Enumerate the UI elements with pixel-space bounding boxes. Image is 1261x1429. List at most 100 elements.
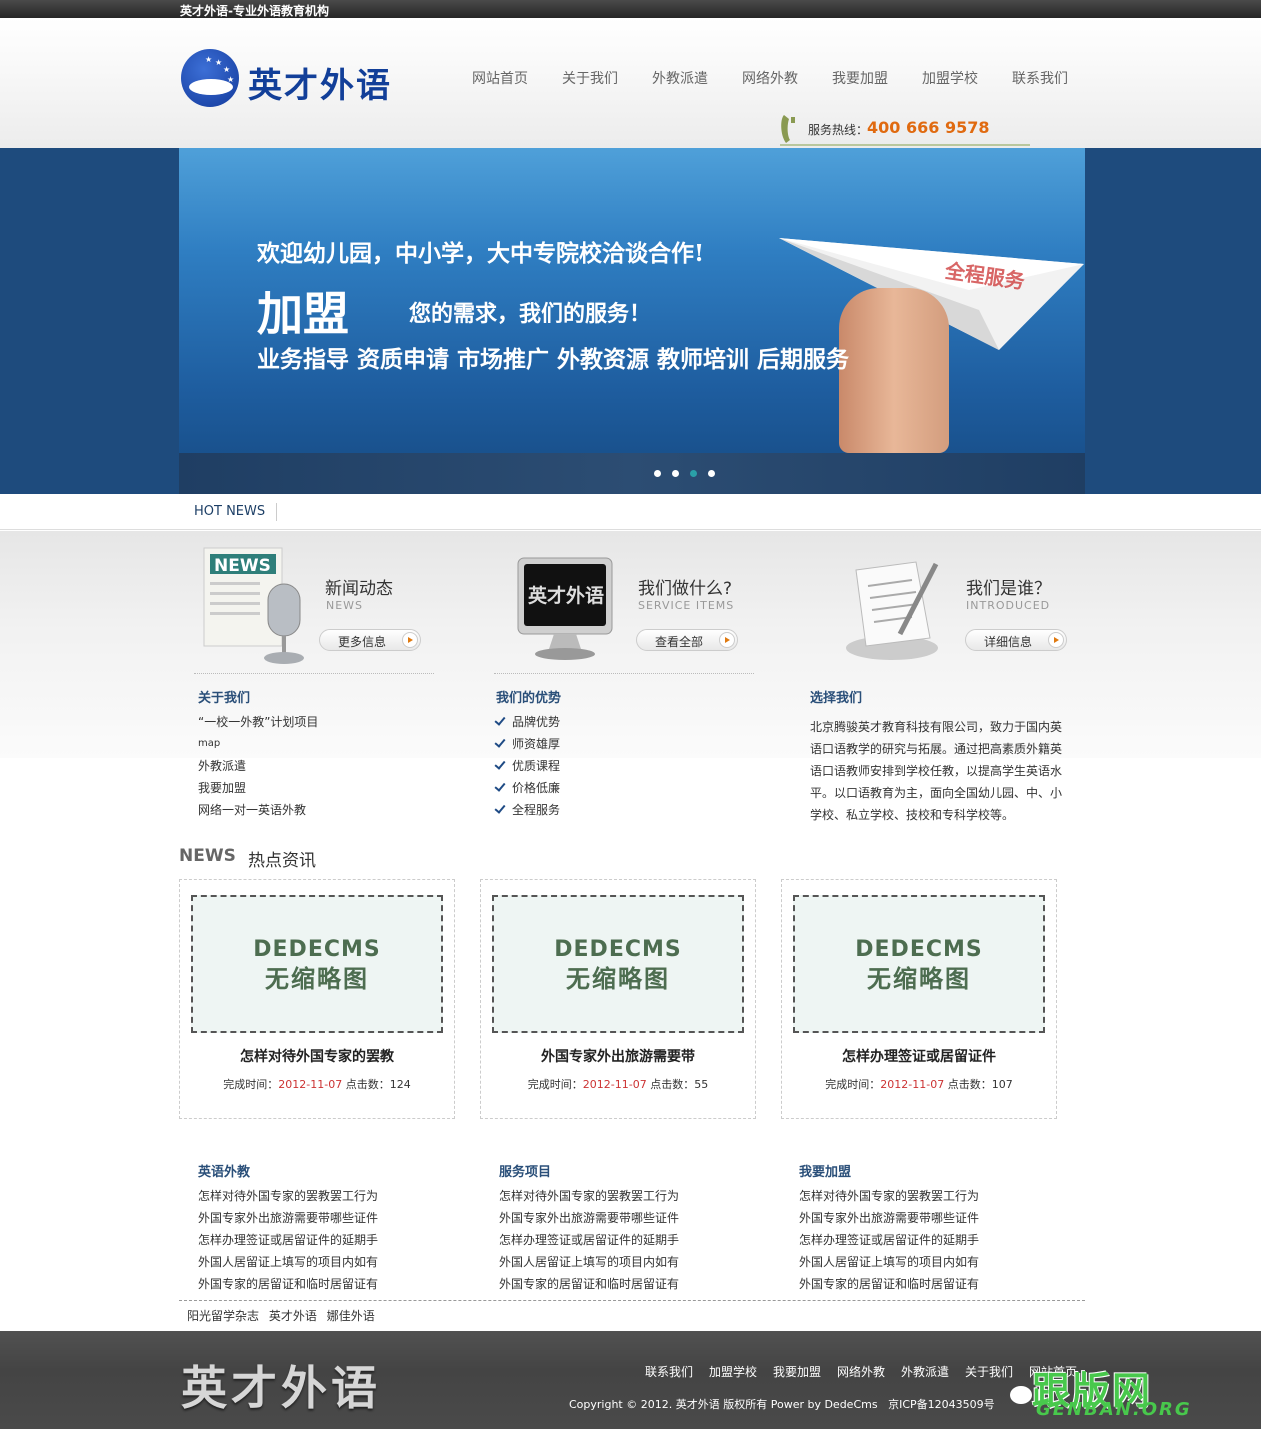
footer-link-online[interactable]: 网络外教: [837, 1363, 885, 1380]
news-card[interactable]: DEDECMS 无缩略图 怎样办理签证或居留证件 完成时间：2012-11-07…: [781, 879, 1057, 1119]
article-link[interactable]: 怎样办理签证或居留证件的延期手: [198, 1229, 378, 1251]
list-heading-join: 我要加盟: [799, 1165, 852, 1180]
banner-line-4: 业务指导 资质申请 市场推广 外教资源 教师培训 后期服务: [257, 346, 850, 373]
article-list: 怎样对待外国专家的罢教罢工行为 外国专家外出旅游需要带哪些证件 怎样办理签证或居…: [799, 1185, 979, 1295]
about-item[interactable]: “一校一外教”计划项目: [198, 711, 318, 733]
document-pen-icon: [846, 561, 939, 660]
arrow-right-icon: [1048, 632, 1064, 648]
news-icon-label: NEWS: [214, 556, 271, 576]
article-list: 怎样对待外国专家的罢教罢工行为 外国专家外出旅游需要带哪些证件 怎样办理签证或居…: [198, 1185, 378, 1295]
footer-link-contact[interactable]: 联系我们: [645, 1363, 693, 1380]
advantage-item: 全程服务: [496, 799, 560, 821]
thumb-text: 无缩略图: [867, 965, 971, 993]
nav-about[interactable]: 关于我们: [562, 68, 618, 88]
arrow-right-icon: [719, 632, 735, 648]
more-info-button[interactable]: 更多信息: [319, 629, 421, 651]
icp-number[interactable]: 京ICP备12043509号: [888, 1398, 995, 1411]
news-card[interactable]: DEDECMS 无缩略图 外国专家外出旅游需要带 完成时间：2012-11-07…: [480, 879, 756, 1119]
details-button[interactable]: 详细信息: [965, 629, 1067, 651]
hand-image: [839, 288, 949, 453]
news-thumbnail[interactable]: DEDECMS 无缩略图: [191, 895, 443, 1033]
footer-link-about[interactable]: 关于我们: [965, 1363, 1013, 1380]
nav-online-teacher[interactable]: 网络外教: [742, 68, 798, 88]
banner-slider[interactable]: 全程服务 欢迎幼儿园，中小学，大中专院校洽谈合作! 加盟 您的需求，我们的服务！…: [179, 148, 1085, 494]
article-link[interactable]: 怎样办理签证或居留证件的延期手: [799, 1229, 979, 1251]
logo-icon[interactable]: ★ ★ ★ ★: [181, 49, 239, 107]
monitor-icon: 英才外语: [517, 557, 613, 660]
choose-heading: 选择我们: [810, 691, 863, 706]
feature-section: [0, 531, 1261, 758]
nav-home[interactable]: 网站首页: [472, 68, 528, 88]
slide-dot-2[interactable]: [672, 470, 679, 477]
arrow-right-icon: [402, 632, 418, 648]
article-link[interactable]: 外国专家外出旅游需要带哪些证件: [499, 1207, 679, 1229]
watermark-url: GENBAN.ORG: [1036, 1399, 1192, 1420]
news-microphone-icon: NEWS: [203, 547, 304, 664]
about-item[interactable]: 网络一对一英语外教: [198, 799, 318, 821]
banner-line-1: 欢迎幼儿园，中小学，大中专院校洽谈合作!: [257, 240, 705, 267]
divider: [194, 673, 434, 674]
hotline-underline: [780, 144, 1030, 146]
article-link[interactable]: 外国人居留证上填写的项目内如有: [799, 1251, 979, 1273]
article-link[interactable]: 怎样对待外国专家的罢教罢工行为: [499, 1185, 679, 1207]
news-thumbnail[interactable]: DEDECMS 无缩略图: [793, 895, 1045, 1033]
about-item[interactable]: 我要加盟: [198, 777, 318, 799]
advantage-item: 价格低廉: [496, 777, 560, 799]
footer-link-partner[interactable]: 加盟学校: [709, 1363, 757, 1380]
thumb-text: 无缩略图: [265, 965, 369, 993]
top-bar: 英才外语-专业外语教育机构: [0, 0, 1261, 18]
news-title[interactable]: 怎样对待外国专家的罢教: [180, 1046, 454, 1066]
banner-line-3: 您的需求，我们的服务！: [409, 301, 652, 327]
advantages-list: 品牌优势 师资雄厚 优质课程 价格低廉 全程服务: [496, 711, 560, 821]
footer-link-join[interactable]: 我要加盟: [773, 1363, 821, 1380]
article-link[interactable]: 怎样对待外国专家的罢教罢工行为: [198, 1185, 378, 1207]
news-thumbnail[interactable]: DEDECMS 无缩略图: [492, 895, 744, 1033]
news-title[interactable]: 外国专家外出旅游需要带: [481, 1046, 755, 1066]
article-link[interactable]: 外国专家的居留证和临时居留证有: [499, 1273, 679, 1295]
footer-link-dispatch[interactable]: 外教派遣: [901, 1363, 949, 1380]
divider: [494, 673, 754, 674]
slide-dot-3-active[interactable]: [690, 470, 697, 477]
article-link[interactable]: 怎样办理签证或居留证件的延期手: [499, 1229, 679, 1251]
article-link[interactable]: 外国专家的居留证和临时居留证有: [198, 1273, 378, 1295]
news-card[interactable]: DEDECMS 无缩略图 怎样对待外国专家的罢教 完成时间：2012-11-07…: [179, 879, 455, 1119]
article-link[interactable]: 怎样对待外国专家的罢教罢工行为: [799, 1185, 979, 1207]
hot-news-label: HOT NEWS: [194, 504, 266, 519]
qq-icon[interactable]: [1010, 1386, 1032, 1404]
hotline-label: 服务热线：: [808, 123, 869, 137]
news-meta: 完成时间：2012-11-07 点击数：107: [825, 1078, 1013, 1091]
list-heading-english-teacher: 英语外教: [198, 1165, 251, 1180]
news-title[interactable]: 怎样办理签证或居留证件: [782, 1046, 1056, 1066]
article-link[interactable]: 外国人居留证上填写的项目内如有: [499, 1251, 679, 1273]
nav-teacher-dispatch[interactable]: 外教派遣: [652, 68, 708, 88]
news-label-en: NEWS: [179, 846, 236, 866]
logo-text[interactable]: 英才外语: [248, 58, 392, 107]
choose-text: 北京腾骏英才教育科技有限公司，致力于国内英语口语教学的研究与拓展。通过把高素质外…: [810, 720, 1063, 822]
view-all-label: 查看全部: [655, 635, 704, 649]
about-item[interactable]: 外教派遣: [198, 755, 318, 777]
slide-dot-1[interactable]: [654, 470, 661, 477]
advantage-item: 优质课程: [496, 755, 560, 777]
article-link[interactable]: 外国专家外出旅游需要带哪些证件: [198, 1207, 378, 1229]
article-link[interactable]: 外国专家外出旅游需要带哪些证件: [799, 1207, 979, 1229]
article-link[interactable]: 外国专家的居留证和临时居留证有: [799, 1273, 979, 1295]
copyright-text: Copyright © 2012. 英才外语 版权所有 Power by Ded…: [569, 1398, 878, 1411]
slide-dot-4[interactable]: [708, 470, 715, 477]
nav-contact[interactable]: 联系我们: [1012, 68, 1068, 88]
view-all-button[interactable]: 查看全部: [636, 629, 738, 651]
nav-join[interactable]: 我要加盟: [832, 68, 888, 88]
about-item[interactable]: map: [198, 733, 318, 755]
hot-news-bar: [0, 494, 1261, 530]
friend-link[interactable]: 阳光留学杂志: [187, 1309, 259, 1323]
friend-link[interactable]: 英才外语: [269, 1309, 317, 1323]
copyright: Copyright © 2012. 英才外语 版权所有 Power by Ded…: [569, 1396, 995, 1412]
hotline-number: 400 666 9578: [867, 118, 990, 137]
article-link[interactable]: 外国人居留证上填写的项目内如有: [198, 1251, 378, 1273]
nav-partner-schools[interactable]: 加盟学校: [922, 68, 978, 88]
banner-pager-bar: [179, 453, 1085, 494]
friend-links-divider: [179, 1300, 1085, 1301]
more-info-label: 更多信息: [338, 635, 387, 649]
feature-about-title: 我们是谁？: [966, 579, 1051, 599]
banner-line-2: 加盟: [257, 287, 349, 341]
friend-link[interactable]: 娜佳外语: [327, 1309, 375, 1323]
